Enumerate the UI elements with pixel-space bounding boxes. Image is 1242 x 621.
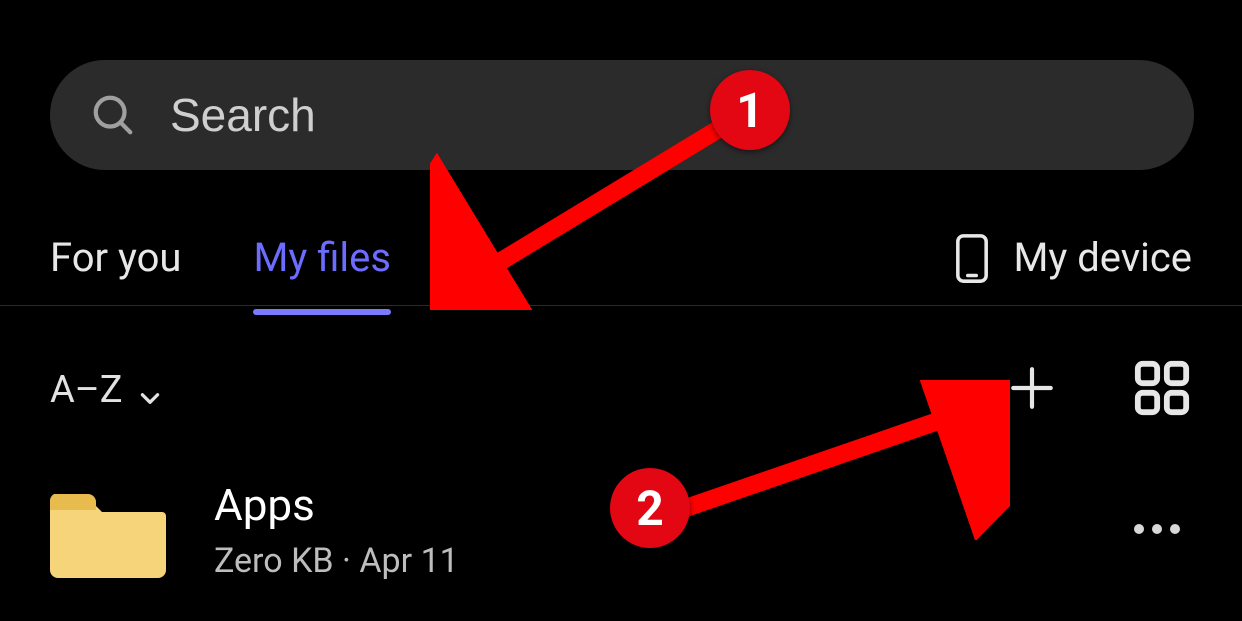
plus-icon bbox=[1007, 363, 1057, 417]
more-options-button[interactable] bbox=[1122, 521, 1192, 540]
dots-horizontal-icon bbox=[1132, 521, 1182, 540]
files-toolbar: A–Z bbox=[0, 340, 1242, 440]
phone-icon bbox=[955, 233, 989, 283]
folder-icon bbox=[50, 482, 166, 578]
my-device-label: My device bbox=[1013, 234, 1192, 281]
sort-label: A–Z bbox=[50, 368, 123, 412]
sort-button[interactable]: A–Z bbox=[50, 368, 163, 412]
tab-for-you[interactable]: For you bbox=[50, 222, 181, 293]
chevron-down-icon bbox=[137, 377, 163, 403]
search-input[interactable] bbox=[170, 88, 1194, 142]
my-device-button[interactable]: My device bbox=[955, 233, 1192, 283]
add-button[interactable] bbox=[1002, 360, 1062, 420]
search-icon bbox=[90, 92, 136, 138]
search-bar[interactable] bbox=[50, 60, 1194, 170]
grid-icon bbox=[1133, 359, 1191, 421]
annotation-badge-1: 1 bbox=[710, 70, 790, 150]
annotation-badge-2: 2 bbox=[610, 468, 690, 548]
tab-my-files[interactable]: My files bbox=[253, 222, 391, 293]
view-grid-button[interactable] bbox=[1132, 360, 1192, 420]
tabs-row: For you My files My device bbox=[0, 210, 1242, 306]
file-meta: Zero KB · Apr 11 bbox=[214, 541, 1122, 581]
